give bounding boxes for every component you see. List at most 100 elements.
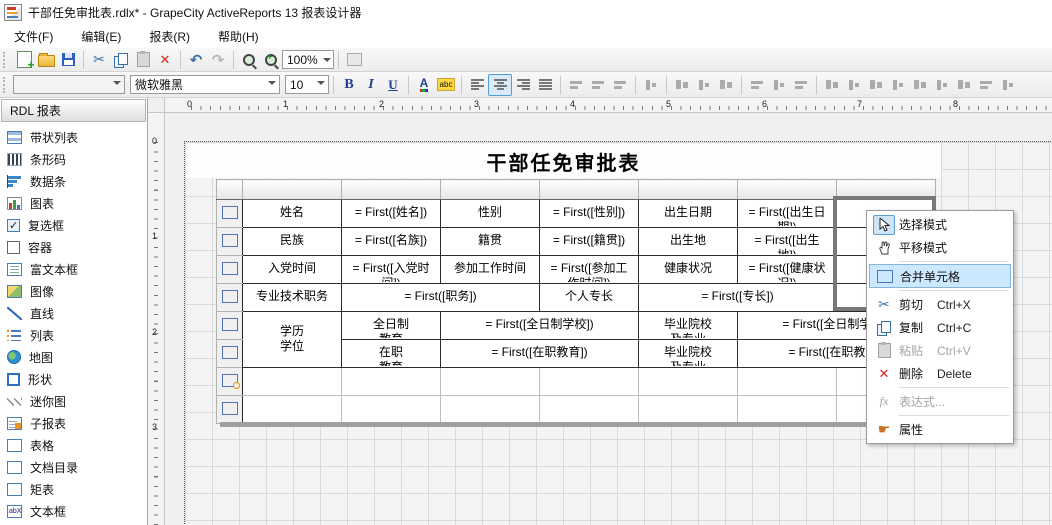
- report-title-textbox[interactable]: 干部任免审批表: [186, 144, 941, 178]
- row-handle[interactable]: [217, 228, 243, 256]
- cell-label[interactable]: 学历 学位: [243, 312, 342, 368]
- empty-cell[interactable]: [738, 396, 837, 424]
- cell-label[interactable]: 民族: [243, 228, 342, 256]
- cell-label[interactable]: 个人专长: [540, 284, 639, 312]
- menu-item-paste[interactable]: 粘贴 Ctrl+V: [869, 339, 1011, 362]
- zoom-level-combobox[interactable]: 100%: [282, 50, 334, 69]
- empty-cell[interactable]: [243, 368, 342, 396]
- cell-label[interactable]: 出生地: [639, 228, 738, 256]
- menu-item-merge-cells[interactable]: 合并单元格: [869, 264, 1011, 288]
- toolbox-item-rich-textbox[interactable]: 富文本框: [0, 258, 147, 280]
- increase-indent-button[interactable]: [587, 75, 609, 95]
- cell-label[interactable]: 健康状况: [639, 256, 738, 284]
- align-tops-button[interactable]: [746, 75, 768, 95]
- cell-label[interactable]: 专业技术职务: [243, 284, 342, 312]
- cell-expression[interactable]: = First([职务]): [342, 284, 540, 312]
- align-left-button[interactable]: [466, 75, 488, 95]
- toolbox-item-tablix[interactable]: 矩表: [0, 478, 147, 500]
- toolbox-item-map[interactable]: 地图: [0, 346, 147, 368]
- menu-report[interactable]: 报表(R): [135, 25, 204, 48]
- empty-cell[interactable]: [441, 368, 540, 396]
- font-size-combobox[interactable]: 10: [285, 75, 329, 94]
- cell-label[interactable]: 全日制 教育: [342, 312, 441, 340]
- align-centers-button[interactable]: [693, 75, 715, 95]
- empty-cell[interactable]: [342, 368, 441, 396]
- font-name-combobox[interactable]: 微软雅黑: [130, 75, 280, 94]
- row-handle[interactable]: [217, 256, 243, 284]
- toolbox-item-shape[interactable]: 形状: [0, 368, 147, 390]
- cell-label[interactable]: 籍贯: [441, 228, 540, 256]
- menu-item-pan-mode[interactable]: 平移模式: [869, 236, 1011, 259]
- row-handle[interactable]: [217, 200, 243, 228]
- make-same-height-button[interactable]: [843, 75, 865, 95]
- menu-item-select-mode[interactable]: 选择模式: [869, 213, 1011, 236]
- zoom-out-button[interactable]: [238, 50, 260, 70]
- cell-expression[interactable]: = First([在职教育]): [441, 340, 639, 368]
- menu-item-properties[interactable]: ☛ 属性: [869, 418, 1011, 441]
- toolbox-item-line[interactable]: 直线: [0, 302, 147, 324]
- decrease-v-spacing-button[interactable]: [953, 75, 975, 95]
- toolbox-item-textbox[interactable]: 文本框: [0, 500, 147, 522]
- cell-label[interactable]: 毕业院校 及专业: [639, 340, 738, 368]
- cell-expression[interactable]: = First([籍贯]): [540, 228, 639, 256]
- empty-cell[interactable]: [243, 396, 342, 424]
- align-lefts-button[interactable]: [671, 75, 693, 95]
- empty-cell[interactable]: [639, 368, 738, 396]
- align-justify-button[interactable]: [534, 75, 556, 95]
- underline-button[interactable]: U: [382, 75, 404, 95]
- new-report-button[interactable]: [13, 50, 35, 70]
- design-canvas[interactable]: 干部任免审批表 姓名 = First([姓名]) 性别 = First([性别]…: [165, 113, 1052, 525]
- increase-h-spacing-button[interactable]: [887, 75, 909, 95]
- align-bottoms-button[interactable]: [790, 75, 812, 95]
- empty-cell[interactable]: [540, 396, 639, 424]
- cell-expression[interactable]: = First([出生日 期]): [738, 200, 837, 228]
- menu-item-expression[interactable]: fx 表达式...: [869, 390, 1011, 413]
- toolbox-item-sparkline[interactable]: 迷你图: [0, 390, 147, 412]
- delete-button[interactable]: ✕: [154, 50, 176, 70]
- increase-v-spacing-button[interactable]: [931, 75, 953, 95]
- toolbox-item-document-toc[interactable]: 文档目录: [0, 456, 147, 478]
- snap-to-grid-button[interactable]: [640, 75, 662, 95]
- toolbox-item-image[interactable]: 图像: [0, 280, 147, 302]
- menu-edit[interactable]: 编辑(E): [67, 25, 135, 48]
- toolbox-header[interactable]: RDL 报表: [1, 99, 146, 122]
- cell-label[interactable]: 入党时间: [243, 256, 342, 284]
- cell-label[interactable]: 姓名: [243, 200, 342, 228]
- toolbox-item-banded-list[interactable]: 带状列表: [0, 126, 147, 148]
- cell-label[interactable]: 毕业院校 及专业: [639, 312, 738, 340]
- menu-item-cut[interactable]: ✂ 剪切 Ctrl+X: [869, 293, 1011, 316]
- empty-cell[interactable]: [342, 396, 441, 424]
- open-button[interactable]: [35, 50, 57, 70]
- row-handle[interactable]: [217, 284, 243, 312]
- bold-button[interactable]: B: [338, 75, 360, 95]
- cut-button[interactable]: ✂: [88, 50, 110, 70]
- cell-label[interactable]: 出生日期: [639, 200, 738, 228]
- row-handle[interactable]: [217, 368, 243, 396]
- cell-expression[interactable]: = First([全日制学校]): [441, 312, 639, 340]
- cell-expression[interactable]: = First([姓名]): [342, 200, 441, 228]
- style-combobox[interactable]: [13, 75, 125, 94]
- cell-expression[interactable]: = First([性别]): [540, 200, 639, 228]
- empty-cell[interactable]: [639, 396, 738, 424]
- menu-help[interactable]: 帮助(H): [204, 25, 273, 48]
- align-rights-button[interactable]: [715, 75, 737, 95]
- menu-file[interactable]: 文件(F): [0, 25, 67, 48]
- font-color-button[interactable]: A: [413, 75, 435, 95]
- toolbox-item-chart[interactable]: 图表: [0, 192, 147, 214]
- italic-button[interactable]: I: [360, 75, 382, 95]
- toolbox-item-checkbox[interactable]: 复选框: [0, 214, 147, 236]
- cell-expression[interactable]: = First([名族]): [342, 228, 441, 256]
- fit-page-button[interactable]: [343, 50, 365, 70]
- decrease-indent-button[interactable]: [609, 75, 631, 95]
- cell-expression[interactable]: = First([专长]): [639, 284, 837, 312]
- toolbox-item-barcode[interactable]: 条形码: [0, 148, 147, 170]
- table-column-header-strip[interactable]: [217, 180, 936, 200]
- empty-cell[interactable]: [441, 396, 540, 424]
- empty-cell[interactable]: [540, 368, 639, 396]
- toolbar-grip[interactable]: [3, 77, 10, 93]
- toolbox-item-table[interactable]: 表格: [0, 434, 147, 456]
- toolbox-item-data-bar[interactable]: 数据条: [0, 170, 147, 192]
- send-to-back-button[interactable]: [997, 75, 1019, 95]
- row-handle[interactable]: [217, 340, 243, 368]
- cell-expression[interactable]: = First([参加工 作时间]): [540, 256, 639, 284]
